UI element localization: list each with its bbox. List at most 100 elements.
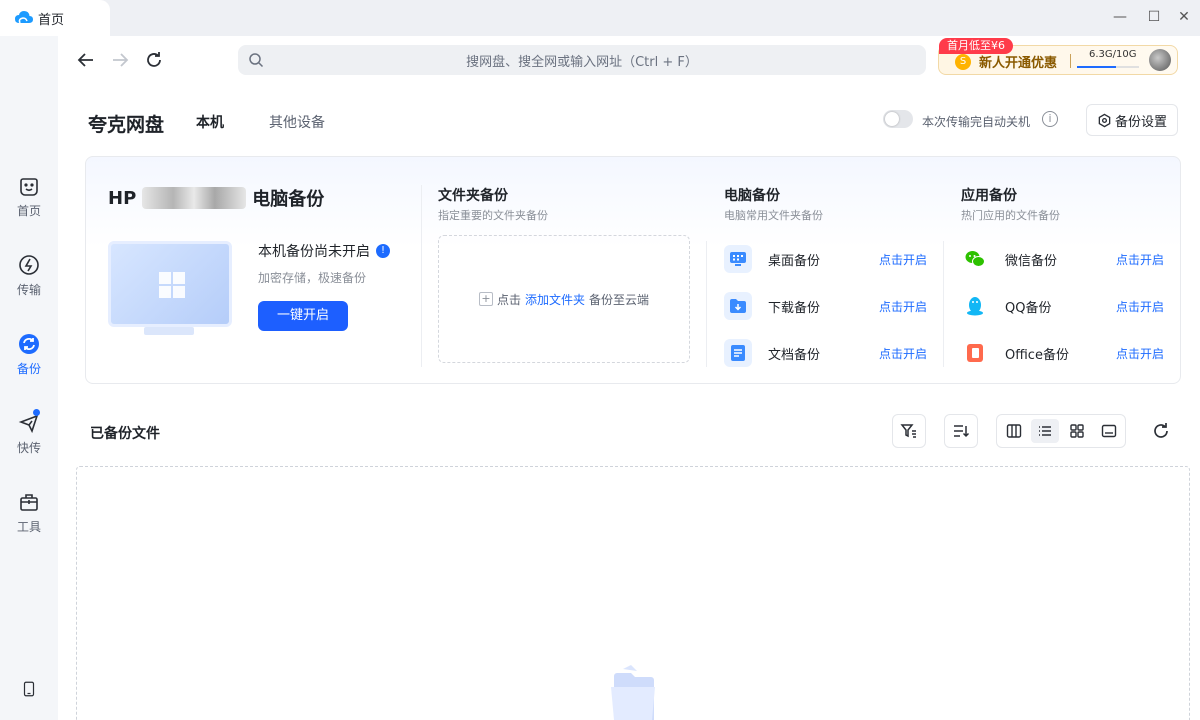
add-folder-link[interactable]: 添加文件夹 [525,291,585,308]
membership-promo[interactable]: 首月低至¥6 S 新人开通优惠 6.3G/10G [938,38,1178,75]
alert-icon: ! [376,244,390,258]
grid-view-button[interactable] [1063,419,1091,443]
grid-icon [1070,424,1084,438]
left-sidebar: 首页 传输 备份 快传 工具 [0,36,58,720]
backup-status-subtitle: 加密存储，极速备份 [258,271,367,285]
notification-dot [33,409,40,416]
sidebar-item-tools[interactable]: 工具 [0,484,58,544]
search-input[interactable]: 搜网盘、搜全网或输入网址（Ctrl + F） [238,45,926,75]
wechat-backup-row[interactable]: 微信备份 [961,243,1057,275]
monitor-stand [144,327,194,335]
office-icon [961,339,989,367]
list-view-button[interactable] [1031,419,1059,443]
desktop-backup-row[interactable]: 桌面备份 [724,243,820,275]
coin-icon: S [955,54,971,70]
avatar[interactable] [1149,49,1171,71]
qq-backup-row[interactable]: QQ备份 [961,290,1051,322]
redacted-device-name [142,187,247,209]
app-backup-title: 应用备份 [961,188,1017,204]
backup-panel: HP 电脑备份 本机备份尚未开启 ! 加密存储，极速备份 一键开启 文件夹备份 … [85,156,1181,384]
download-folder-icon [724,292,752,320]
settings-hexagon-icon [1098,113,1111,128]
qq-penguin-icon [961,292,989,320]
sidebar-item-label: 工具 [16,520,41,534]
storage-bar-fill [1077,66,1117,68]
dropzone-suffix: 备份至云端 [589,292,650,307]
tab-other-devices[interactable]: 其他设备 [269,112,325,132]
wechat-backup-label: 微信备份 [1005,253,1058,269]
office-backup-row[interactable]: Office备份 [961,337,1069,369]
backup-status-text: 本机备份尚未开启 [258,244,370,260]
backed-up-files-title: 已备份文件 [90,426,160,442]
storage-usage: 6.3G/10G [1089,49,1137,60]
divider [706,241,707,367]
document-backup-label: 文档备份 [768,347,821,363]
download-backup-label: 下载备份 [768,300,821,316]
info-icon[interactable]: i [1042,111,1058,127]
backup-status: 本机备份尚未开启 ! [258,241,390,261]
document-backup-enable-link[interactable]: 点击开启 [879,345,927,362]
backup-settings-label: 备份设置 [1115,114,1168,130]
computer-illustration [108,241,232,327]
phone-icon [23,681,35,697]
office-backup-label: Office备份 [1005,347,1069,363]
divider [943,241,944,367]
column-view-button[interactable] [1000,419,1028,443]
app-backup-subtitle: 热门应用的文件备份 [961,209,1060,222]
preview-view-button[interactable] [1095,419,1123,443]
columns-icon [1006,424,1022,438]
add-folder-dropzone[interactable]: + 点击 添加文件夹 备份至云端 [438,235,690,363]
desktop-backup-label: 桌面备份 [768,253,821,269]
preview-icon [1101,424,1117,438]
sidebar-item-transfer[interactable]: 传输 [0,247,58,307]
qq-backup-enable-link[interactable]: 点击开启 [1116,298,1164,315]
minimize-button[interactable]: — [1108,6,1132,28]
auto-shutdown-label: 本次传输完自动关机 [922,115,1031,129]
divider [421,185,422,367]
auto-shutdown-toggle[interactable] [883,110,913,128]
wechat-backup-enable-link[interactable]: 点击开启 [1116,251,1164,268]
forward-arrow-icon[interactable] [109,49,131,71]
toolbox-icon [20,494,38,511]
office-backup-enable-link[interactable]: 点击开启 [1116,345,1164,362]
promo-text: 新人开通优惠 [979,56,1058,71]
sidebar-item-backup[interactable]: 备份 [0,326,58,386]
back-arrow-icon[interactable] [75,49,97,71]
enable-backup-button[interactable]: 一键开启 [258,301,348,331]
download-backup-row[interactable]: 下载备份 [724,290,820,322]
empty-folder-illustration-icon [611,665,655,720]
search-icon [249,53,264,68]
backed-up-files-area[interactable] [76,466,1190,720]
pc-name-prefix: HP [108,187,137,209]
qq-backup-label: QQ备份 [1005,300,1052,316]
tab-home[interactable]: 首页 [0,0,110,36]
desktop-icon [724,245,752,273]
desktop-backup-enable-link[interactable]: 点击开启 [879,251,927,268]
document-backup-row[interactable]: 文档备份 [724,337,820,369]
download-backup-enable-link[interactable]: 点击开启 [879,298,927,315]
sidebar-item-quick-send[interactable]: 快传 [0,405,58,465]
page-title: 夸克网盘 [88,114,165,136]
maximize-button[interactable]: ☐ [1142,6,1166,28]
list-icon [1039,426,1051,436]
wechat-icon [961,245,989,273]
sort-button[interactable] [944,414,978,448]
plus-icon: + [478,292,493,306]
sidebar-item-mobile[interactable] [0,674,58,720]
windows-logo-icon [159,272,185,298]
computer-backup-title: 电脑备份 [724,188,780,204]
sidebar-item-label: 快传 [16,441,41,455]
refresh-files-icon[interactable] [1150,420,1172,442]
close-button[interactable]: ✕ [1172,6,1196,28]
refresh-icon[interactable] [143,49,165,71]
sort-icon [954,425,970,438]
tab-this-device[interactable]: 本机 [196,112,224,132]
filter-icon [900,424,916,438]
cloud-logo-icon [15,11,33,24]
title-bar: 首页 — ☐ ✕ [0,0,1200,36]
backup-settings-button[interactable]: 备份设置 [1086,104,1178,136]
search-placeholder: 搜网盘、搜全网或输入网址（Ctrl + F） [466,54,698,70]
tab-label: 首页 [38,12,65,28]
sidebar-item-home[interactable]: 首页 [0,168,58,228]
filter-button[interactable] [892,414,926,448]
